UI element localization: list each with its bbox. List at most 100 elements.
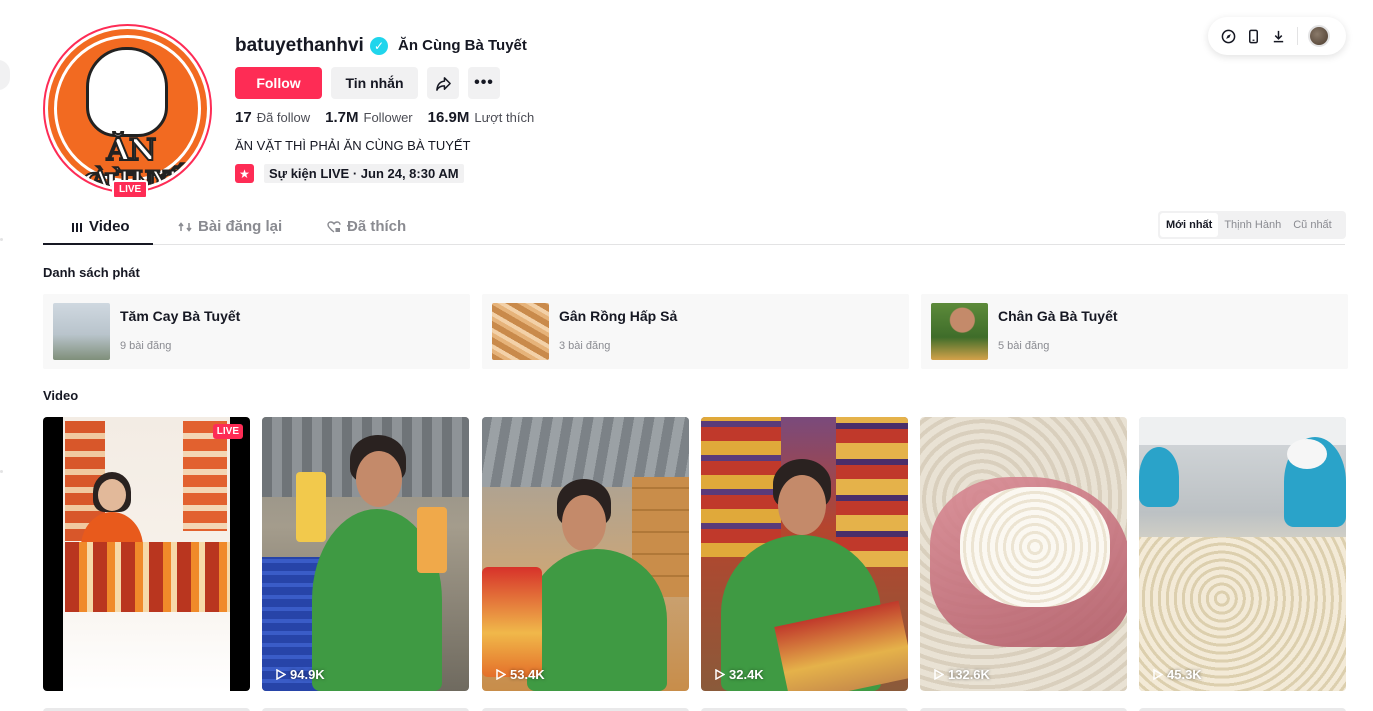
playlist-count: 3 bài đăng	[559, 340, 611, 352]
user-avatar[interactable]	[1308, 25, 1330, 47]
heart-lock-icon	[327, 220, 341, 233]
person-body	[527, 549, 667, 691]
phone-icon[interactable]	[1245, 28, 1262, 45]
video-card[interactable]: 94.9K	[262, 417, 469, 691]
worker	[1139, 447, 1179, 507]
play-icon	[1153, 669, 1163, 680]
likes-label: Lượt thích	[474, 110, 535, 125]
profile-tabs: Video Bài đăng lại Đã thích	[43, 210, 1345, 245]
playlist-name: Tăm Cay Bà Tuyết	[120, 308, 241, 324]
play-icon	[934, 669, 944, 680]
share-button[interactable]	[427, 67, 459, 99]
view-count: 132.6K	[948, 667, 990, 682]
follow-button[interactable]: Follow	[235, 67, 322, 99]
tab-liked-label: Đã thích	[347, 218, 407, 235]
profile-avatar[interactable]: ĂN CÙNG À TUYẾ	[43, 24, 212, 193]
product-jar	[296, 472, 326, 542]
view-count: 45.3K	[1167, 667, 1202, 682]
video-card[interactable]: 32.4K	[701, 417, 908, 691]
following-stat[interactable]: 17 Đã follow	[235, 109, 310, 126]
product-pieces	[960, 487, 1110, 607]
compass-icon[interactable]	[1220, 28, 1237, 45]
sort-selector: Mới nhất Thịnh Hành Cũ nhất	[1158, 211, 1346, 239]
play-icon	[715, 669, 725, 680]
videos-heading: Video	[43, 388, 79, 403]
playlist-name: Chân Gà Bà Tuyết	[998, 308, 1118, 324]
video-views: 32.4K	[715, 667, 764, 682]
more-icon: •••	[474, 74, 494, 91]
video-live-badge: LIVE	[212, 424, 243, 439]
playlist-thumbnail	[931, 303, 988, 360]
tab-liked[interactable]: Đã thích	[327, 218, 406, 235]
video-views: 45.3K	[1153, 667, 1202, 682]
following-count: 17	[235, 109, 252, 126]
message-button[interactable]: Tin nhắn	[331, 67, 418, 99]
video-card-live[interactable]: LIVE	[43, 417, 250, 691]
playlist-count: 9 bài đăng	[120, 340, 172, 352]
nickname: Ăn Cùng Bà Tuyết	[398, 37, 527, 54]
video-card[interactable]: 132.6K	[920, 417, 1127, 691]
edge-dot	[0, 470, 3, 473]
followers-count: 1.7M	[325, 109, 359, 126]
share-icon	[435, 76, 451, 91]
view-count: 94.9K	[290, 667, 325, 682]
profile-bio: ĂN VẶT THÌ PHẢI ĂN CÙNG BÀ TUYẾT	[235, 138, 471, 153]
playlist-card[interactable]: Tăm Cay Bà Tuyết 9 bài đăng	[43, 294, 470, 369]
tab-video[interactable]: Video	[71, 218, 130, 235]
product-display	[65, 542, 230, 612]
product-stack	[701, 417, 781, 557]
live-event[interactable]: ★ Sự kiện LIVE · Jun 24, 8:30 AM	[235, 164, 464, 183]
likes-stat: 16.9M Lượt thích	[428, 109, 535, 126]
more-options-button[interactable]: •••	[468, 67, 500, 99]
product-jar	[417, 507, 447, 573]
person-head	[778, 475, 826, 535]
video-views: 132.6K	[934, 667, 990, 682]
person-head	[356, 451, 402, 507]
page-edge-handle	[0, 60, 10, 90]
video-card[interactable]: 53.4K	[482, 417, 689, 691]
playlist-card[interactable]: Chân Gà Bà Tuyết 5 bài đăng	[921, 294, 1348, 369]
playlist-card[interactable]: Gân Rồng Hấp Sả 3 bài đăng	[482, 294, 909, 369]
person-head	[562, 495, 606, 551]
view-count: 32.4K	[729, 667, 764, 682]
username: batuyethanhvi	[235, 35, 364, 56]
event-icon: ★	[235, 164, 254, 183]
worker-cap	[1287, 439, 1327, 469]
top-toolbar	[1208, 17, 1346, 55]
play-icon	[276, 669, 286, 680]
playlists-heading: Danh sách phát	[43, 265, 140, 280]
likes-count: 16.9M	[427, 109, 470, 126]
grid-icon	[72, 222, 82, 232]
avatar-live-badge[interactable]: LIVE	[112, 180, 149, 199]
view-count: 53.4K	[510, 667, 545, 682]
video-card[interactable]: 45.3K	[1139, 417, 1346, 691]
followers-label: Follower	[363, 110, 413, 125]
sort-popular[interactable]: Thịnh Hành	[1218, 213, 1287, 237]
edge-dot	[0, 238, 3, 241]
product-stack	[836, 417, 908, 567]
followers-stat[interactable]: 1.7M Follower	[325, 109, 412, 126]
play-icon	[496, 669, 506, 680]
playlist-count: 5 bài đăng	[998, 340, 1050, 352]
avatar-illustration	[86, 47, 168, 137]
tab-reposts[interactable]: Bài đăng lại	[178, 218, 282, 235]
video-views: 94.9K	[276, 667, 325, 682]
event-text: Sự kiện LIVE · Jun 24, 8:30 AM	[264, 164, 464, 183]
tab-reposts-label: Bài đăng lại	[198, 218, 283, 235]
following-label: Đã follow	[256, 110, 311, 125]
repost-icon	[178, 221, 192, 232]
verified-icon: ✓	[370, 37, 388, 55]
sort-newest[interactable]: Mới nhất	[1160, 213, 1219, 237]
product-bag	[482, 567, 542, 677]
download-icon[interactable]	[1270, 28, 1287, 45]
sort-oldest[interactable]: Cũ nhất	[1287, 213, 1338, 237]
video-views: 53.4K	[496, 667, 545, 682]
person-head	[98, 479, 126, 511]
playlist-thumbnail	[53, 303, 110, 360]
profile-stats: 17 Đã follow 1.7M Follower 16.9M Lượt thích	[235, 109, 534, 126]
playlist-thumbnail	[492, 303, 549, 360]
active-tab-indicator	[43, 243, 153, 245]
playlist-name: Gân Rồng Hấp Sả	[559, 308, 678, 324]
toolbar-divider	[1297, 27, 1298, 45]
avatar-image: ĂN CÙNG À TUYẾ	[48, 29, 207, 188]
